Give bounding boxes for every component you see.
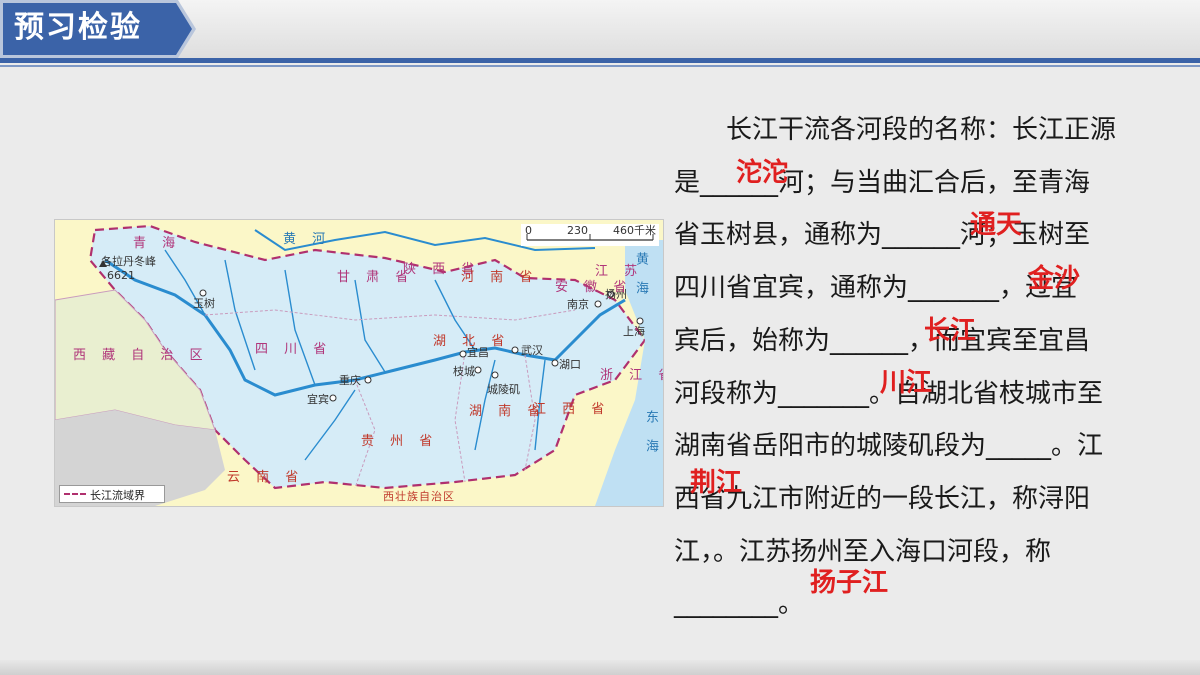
footer-bar bbox=[0, 660, 1200, 675]
text-line: 省玉树县，通称为______河；玉树至 bbox=[674, 220, 1091, 251]
place-wuhan: 武汉 bbox=[521, 344, 543, 357]
region-yellow-sea: 黄 海 bbox=[633, 252, 648, 301]
region-yellow-river: 黄 河 bbox=[283, 232, 332, 247]
legend-label: 长江流域界 bbox=[90, 489, 145, 502]
scale-label-0: 0 bbox=[525, 224, 532, 237]
region-hubei: 湖 北 省 bbox=[433, 334, 511, 349]
text-line: ________。 bbox=[674, 589, 805, 620]
region-sichuan: 四 川 省 bbox=[255, 342, 333, 357]
place-chenglingji: 城陵矶 bbox=[487, 383, 520, 396]
answer-chuanjiang: 川江 bbox=[880, 368, 933, 398]
text-line: 江，。江苏扬州至入海口河段，称 bbox=[674, 536, 1052, 567]
map-legend: 长江流域界 bbox=[59, 485, 165, 503]
answer-jingjiang: 荆江 bbox=[690, 468, 743, 498]
region-zhejiang: 浙 江 省 bbox=[600, 368, 663, 383]
answer-yangzijiang: 扬子江 bbox=[810, 568, 889, 598]
answer-changjiang: 长江 bbox=[924, 316, 977, 346]
region-jiangxi: 江 西 省 bbox=[533, 402, 611, 417]
legend-basin-border-swatch bbox=[64, 493, 86, 495]
map-scale: 0 230 460千米 bbox=[521, 224, 659, 246]
place-chongqing: 重庆 bbox=[339, 374, 361, 387]
scale-label-230: 230 bbox=[567, 224, 588, 237]
place-yibin: 宜宾 bbox=[307, 393, 329, 406]
region-guizhou: 贵 州 省 bbox=[361, 434, 439, 449]
answer-tongtian: 通天 bbox=[970, 210, 1023, 240]
text-line: 长江干流各河段的名称：长江正源 bbox=[674, 115, 1117, 145]
region-guangxi: 西壮族自治区 bbox=[383, 490, 455, 503]
place-hukou: 湖口 bbox=[559, 358, 581, 371]
place-shanghai: 上海 bbox=[623, 325, 645, 338]
region-east-sea: 东 海 bbox=[643, 410, 658, 459]
region-henan: 河 南 省 bbox=[461, 270, 539, 285]
answer-tuotuo: 沱沱 bbox=[736, 158, 789, 188]
region-tibet: 西 藏 自 治 区 bbox=[73, 348, 209, 363]
region-yunnan: 云 南 省 bbox=[227, 470, 305, 485]
header-rule-thin bbox=[0, 65, 1200, 67]
header-rule bbox=[0, 58, 1200, 63]
place-geladandong: 各拉丹冬峰 bbox=[101, 255, 156, 268]
page-title: 预习检验 bbox=[14, 10, 142, 45]
text-line: 四川省宜宾，通称为_______，过宜 bbox=[674, 273, 1078, 304]
scale-label-460: 460千米 bbox=[613, 224, 656, 237]
region-qinghai: 青 海 bbox=[133, 236, 182, 251]
place-geladandong-alt: 6621 bbox=[107, 269, 135, 282]
answer-jinsha: 金沙 bbox=[1028, 264, 1081, 294]
place-zhicheng: 枝城 bbox=[453, 365, 475, 378]
place-yushu: 玉树 bbox=[193, 297, 215, 310]
place-nanjing: 南京 bbox=[567, 298, 589, 311]
title-banner: 预习检验 bbox=[0, 0, 196, 58]
text-line: 湖南省岳阳市的城陵矶段为_____。江 bbox=[674, 431, 1104, 462]
yangtze-basin-map: 0 230 460千米 各拉丹冬峰 6621 玉树 重庆 宜宾 宜昌 枝城 城陵… bbox=[54, 219, 664, 507]
text-line: 西省九江市附近的一段长江，称浔阳 bbox=[674, 483, 1091, 514]
